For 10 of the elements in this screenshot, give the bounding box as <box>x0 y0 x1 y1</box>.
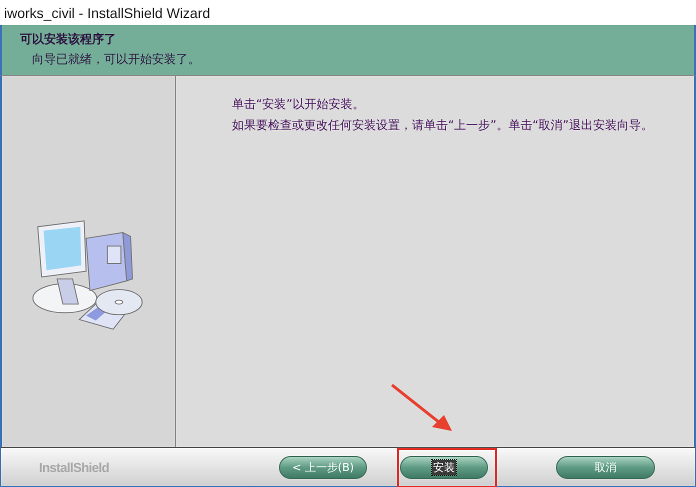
window-title: iworks_civil - InstallShield Wizard <box>4 4 210 20</box>
wizard-button[interactable]: 安装 <box>400 456 488 478</box>
instruction-text: 如果要检查或更改任何安装设置，请单击“上一步”。单击“取消”退出安装向导。 <box>232 119 654 132</box>
instruction-text: 单击“安装”以开始安装。 <box>232 98 366 111</box>
pointer-arrow <box>390 383 454 433</box>
installshield-logo: InstallShield <box>39 460 110 474</box>
header-subtitle: 向导已就绪，可以开始安装了。 <box>31 51 201 68</box>
wizard-button[interactable]: 取消 <box>556 456 655 478</box>
wizard-button[interactable]: < 上一步(B) <box>279 456 367 478</box>
header-title: 可以安装该程序了 <box>20 31 117 48</box>
